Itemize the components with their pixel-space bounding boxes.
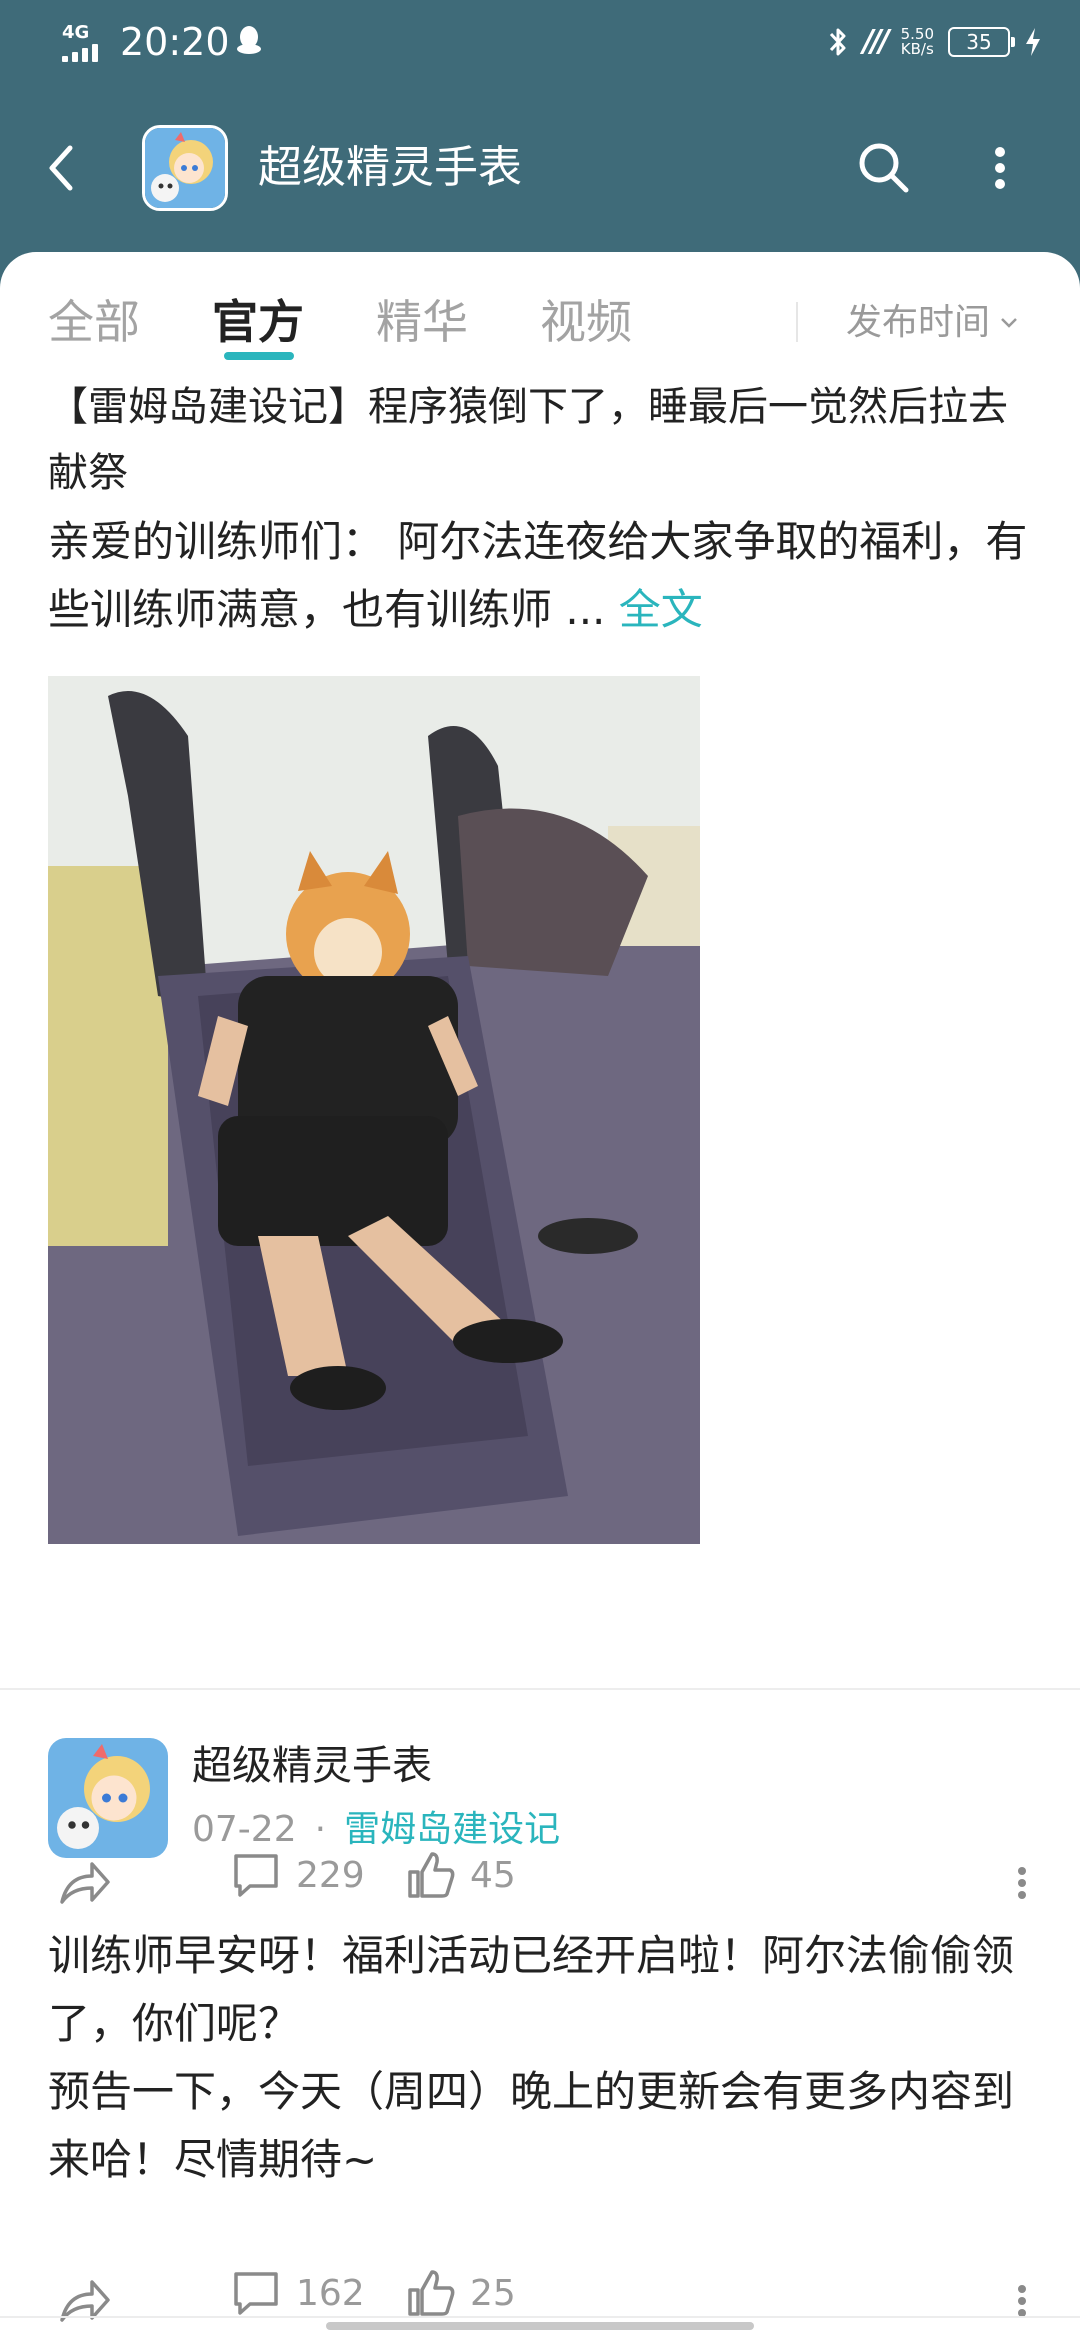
post-body-text: 亲爱的训练师们： 阿尔法连夜给大家争取的福利，有些训练师满意，也有训练师 ... [48,517,1028,634]
author-avatar[interactable] [48,1738,168,1858]
comment-icon [234,2272,278,2315]
comment-count: 229 [296,1854,365,1896]
tab-divider [796,302,798,342]
active-tab-indicator [224,352,294,360]
comment-icon [234,1854,278,1897]
share-icon[interactable] [54,2272,114,2330]
qq-notification-icon [237,26,261,54]
home-indicator[interactable] [326,2322,754,2330]
post-body[interactable]: 训练师早安呀！福利活动已经开启啦！阿尔法偷偷领了，你们呢？ 预告一下，今天（周四… [48,1922,1048,2194]
post-body[interactable]: 亲爱的训练师们： 阿尔法连夜给大家争取的福利，有些训练师满意，也有训练师 ...… [48,508,1038,644]
tab-official[interactable]: 官方 [212,290,304,354]
signal-icon [62,44,98,62]
like-count: 25 [470,2272,516,2314]
meta-separator: · [314,1809,327,1850]
comment-count: 162 [296,2272,365,2314]
author-name[interactable]: 超级精灵手表 [192,1738,432,1794]
more-vertical-icon[interactable] [1010,1858,1034,1908]
post-divider [0,1688,1080,1690]
signal-strength-icon: /// [862,24,890,59]
post-title[interactable]: 【雷姆岛建设记】程序猿倒下了，睡最后一觉然后拉去献祭 [48,374,1038,506]
sort-dropdown[interactable]: 发布时间 [846,296,1018,350]
bluetooth-icon [829,28,846,56]
app-icon[interactable] [142,125,228,211]
like-icon [408,2270,455,2316]
chevron-down-icon [1001,318,1017,328]
more-vertical-icon[interactable] [980,136,1020,200]
comment-button[interactable]: 229 [230,1850,365,1900]
like-button[interactable]: 25 [406,2268,516,2318]
network-speed: 5.50 KB/s [900,25,934,58]
share-icon[interactable] [54,1854,114,1912]
search-icon[interactable] [852,136,916,200]
post-topic-link[interactable]: 雷姆岛建设记 [344,1804,560,1856]
tab-video[interactable]: 视频 [540,290,632,354]
content-card: 全部 官方 精华 视频 发布时间 【雷姆岛建设记】程序猿倒下了，睡最后一觉然后拉… [0,252,1080,2340]
battery-indicator: 35 [948,27,1015,57]
back-arrow-icon[interactable] [40,140,90,196]
page-title: 超级精灵手表 [258,142,522,193]
tab-all[interactable]: 全部 [48,290,140,354]
like-button[interactable]: 45 [406,1850,516,1900]
post-divider [0,2316,1080,2318]
post-body-line: 预告一下，今天（周四）晚上的更新会有更多内容到来哈！尽情期待~ [48,2067,1015,2184]
status-right-group: /// 5.50 KB/s 35 [827,22,1042,62]
network-type: 4G [62,22,90,43]
post-image[interactable] [48,676,700,1544]
post-meta: 07-22 · 雷姆岛建设记 [192,1804,560,1856]
charging-icon [1026,28,1040,56]
like-icon [408,1852,455,1898]
like-count: 45 [470,1854,516,1896]
status-bar: 4G 20:20 /// 5.50 KB/s 35 [0,0,1080,90]
comment-button[interactable]: 162 [230,2268,365,2318]
post-date: 07-22 [192,1809,297,1850]
clock: 20:20 [120,20,230,64]
sort-label: 发布时间 [846,302,991,343]
post-body-line: 训练师早安呀！福利活动已经开启啦！阿尔法偷偷领了，你们呢？ [48,1931,1015,2048]
full-text-link[interactable]: 全文 [619,585,703,634]
more-vertical-icon[interactable] [1010,2276,1034,2326]
tab-featured[interactable]: 精华 [376,290,468,354]
